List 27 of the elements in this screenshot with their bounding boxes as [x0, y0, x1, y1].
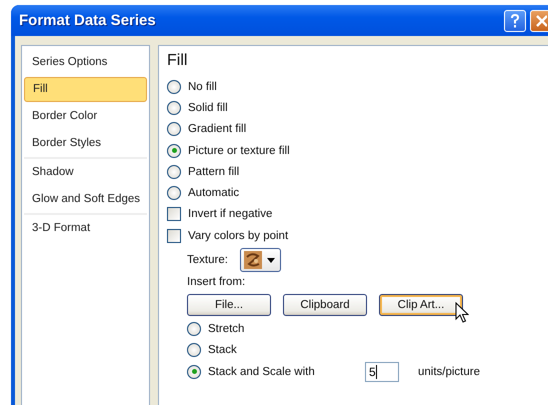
insert-button[interactable]: Clip Art... [379, 294, 463, 316]
insert-button[interactable]: Clipboard [283, 294, 367, 316]
texture-label: Texture: [187, 254, 228, 266]
window-title: Format Data Series [19, 12, 156, 29]
radio-label[interactable]: No fill [188, 80, 217, 93]
sidebar-item[interactable]: Series Options [24, 49, 147, 76]
checkbox-label[interactable]: Invert if negative [188, 208, 272, 220]
radio-label[interactable]: Stack [208, 344, 358, 356]
radio-label[interactable]: Gradient fill [188, 123, 246, 136]
sidebar-item[interactable]: Border Color [24, 103, 147, 130]
insert-from-label: Insert from: [187, 276, 246, 290]
sidebar-item[interactable]: 3-D Format [24, 215, 147, 242]
radio-label[interactable]: Automatic [188, 187, 240, 200]
sidebar-item[interactable]: Border Styles [24, 130, 147, 159]
unit-label: units/picture [418, 366, 480, 378]
sidebar-item[interactable]: Glow and Soft Edges [24, 186, 147, 215]
radio-label[interactable]: Stack and Scale with [208, 366, 358, 378]
radio-label[interactable]: Pattern fill [188, 166, 240, 178]
scale-input[interactable]: 5 [365, 362, 399, 382]
radio-label[interactable]: Picture or texture fill [188, 144, 290, 157]
radio-label[interactable]: Solid fill [188, 102, 228, 114]
radio-label[interactable]: Stretch [208, 323, 358, 336]
sidebar-item[interactable]: Shadow [24, 159, 147, 186]
checkbox-label[interactable]: Vary colors by point [188, 230, 288, 242]
panel-heading: Fill [167, 52, 188, 70]
insert-button[interactable]: File... [187, 294, 271, 316]
sidebar-item[interactable]: Fill [24, 77, 147, 102]
